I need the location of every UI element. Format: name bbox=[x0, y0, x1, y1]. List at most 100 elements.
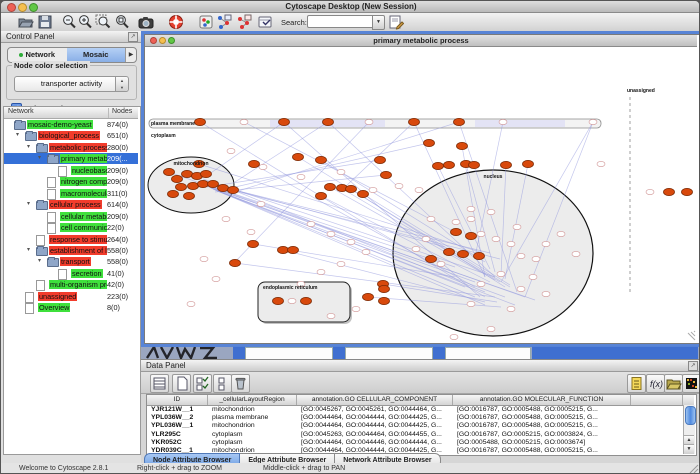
node[interactable] bbox=[457, 142, 468, 149]
node[interactable] bbox=[278, 246, 289, 253]
tree-item-label[interactable]: transport bbox=[60, 257, 91, 266]
node[interactable] bbox=[184, 192, 195, 199]
tree-item-macromolecule[interactable]: macromolecule311(0) bbox=[4, 188, 138, 199]
node[interactable] bbox=[317, 269, 325, 274]
report-icon[interactable] bbox=[627, 374, 646, 393]
node[interactable] bbox=[168, 190, 179, 197]
tree-item-label[interactable]: macromolecule bbox=[60, 189, 107, 198]
zoom-fit-icon[interactable] bbox=[114, 14, 130, 30]
new-attribute-icon[interactable] bbox=[172, 374, 191, 393]
expander-icon[interactable]: ▾ bbox=[27, 201, 30, 208]
node[interactable] bbox=[188, 182, 199, 189]
nodes-column-header[interactable]: Nodes bbox=[108, 108, 132, 118]
node[interactable] bbox=[369, 187, 377, 192]
node[interactable] bbox=[379, 285, 390, 292]
node[interactable] bbox=[469, 161, 480, 168]
node[interactable] bbox=[375, 156, 386, 163]
cell-r2-c1[interactable]: YPL036W__2 bbox=[151, 414, 206, 422]
tree-item-label[interactable]: biological_process bbox=[38, 131, 100, 140]
cell-r1-c3[interactable]: [GO:0045267, GO:0045261, GO:0044464, G..… bbox=[301, 406, 451, 414]
node[interactable] bbox=[433, 162, 444, 169]
node[interactable] bbox=[316, 156, 327, 163]
node[interactable] bbox=[327, 231, 335, 236]
expander-icon[interactable]: ▾ bbox=[27, 247, 30, 254]
dropdown-stepper-icon[interactable]: ▲▼ bbox=[115, 77, 128, 91]
node[interactable] bbox=[492, 236, 500, 241]
delete-attribute-icon[interactable] bbox=[231, 374, 250, 393]
network-view-titlebar[interactable]: primary metabolic process bbox=[145, 35, 697, 47]
node[interactable] bbox=[454, 118, 465, 125]
node[interactable] bbox=[346, 185, 357, 192]
cell-r2-c2[interactable]: plasma membrane bbox=[212, 414, 295, 422]
cell-r4-c3[interactable]: [GO:0045263, GO:0044464, GO:0044455, G..… bbox=[301, 431, 451, 439]
help-lifering-icon[interactable] bbox=[168, 14, 184, 30]
node[interactable] bbox=[458, 250, 469, 257]
node[interactable] bbox=[517, 253, 525, 258]
node[interactable] bbox=[409, 118, 420, 125]
tree-item-secretion[interactable]: secretion41(0) bbox=[4, 268, 138, 279]
node[interactable] bbox=[467, 206, 475, 211]
tree-item-response-to-stimulu[interactable]: response to stimulu264(0) bbox=[4, 234, 138, 245]
node[interactable] bbox=[307, 221, 315, 226]
node[interactable] bbox=[195, 118, 206, 125]
node[interactable] bbox=[646, 189, 654, 194]
cell-r5-c3[interactable]: [GO:0044464, GO:0044446, GO:0044444, G..… bbox=[301, 439, 451, 447]
node[interactable] bbox=[363, 293, 374, 300]
tree-item-metabolic-process[interactable]: ▾metabolic process280(0) bbox=[4, 142, 138, 153]
node[interactable] bbox=[467, 216, 475, 221]
tree-item-multi-organism-pro[interactable]: multi-organism pro42(0) bbox=[4, 279, 138, 290]
node[interactable] bbox=[208, 180, 219, 187]
node[interactable] bbox=[466, 232, 477, 239]
node[interactable] bbox=[248, 240, 259, 247]
node[interactable] bbox=[198, 180, 209, 187]
search-dropdown-icon[interactable]: ▼ bbox=[372, 15, 385, 30]
unselect-attributes-icon[interactable] bbox=[213, 374, 232, 393]
node[interactable] bbox=[477, 281, 485, 286]
network-canvas[interactable]: plasma membranecytoplasmmitochondrionnuc… bbox=[145, 47, 697, 342]
more-tabs-icon[interactable]: ▶ bbox=[125, 48, 136, 62]
filter-icon[interactable] bbox=[257, 14, 273, 30]
node-color-dropdown[interactable]: transporter activity ▲▼ bbox=[14, 76, 129, 92]
node[interactable] bbox=[517, 286, 525, 291]
zoom-selected-icon[interactable] bbox=[95, 14, 111, 30]
node[interactable] bbox=[412, 246, 420, 251]
node[interactable] bbox=[572, 251, 580, 256]
node[interactable] bbox=[477, 231, 485, 236]
node[interactable] bbox=[451, 228, 462, 235]
float-panel-icon[interactable]: ↗ bbox=[128, 32, 138, 42]
cell-r2-c3[interactable]: [GO:0044464, GO:0044444, GO:0044425, G..… bbox=[301, 414, 451, 422]
zoom-out-icon[interactable] bbox=[61, 14, 77, 30]
node[interactable] bbox=[497, 271, 505, 276]
tree-item-label[interactable]: multi-organism pro bbox=[49, 280, 107, 289]
node[interactable] bbox=[297, 174, 305, 179]
zoom-in-icon[interactable] bbox=[77, 14, 93, 30]
node[interactable] bbox=[279, 118, 290, 125]
node[interactable] bbox=[557, 231, 565, 236]
scroll-down-icon[interactable]: ▼ bbox=[684, 444, 694, 454]
node[interactable] bbox=[288, 298, 296, 303]
node[interactable] bbox=[222, 216, 230, 221]
node[interactable] bbox=[182, 170, 193, 177]
save-icon[interactable] bbox=[37, 14, 53, 30]
tree-item-label[interactable]: cell communicat bbox=[60, 223, 107, 232]
node[interactable] bbox=[288, 246, 299, 253]
node[interactable] bbox=[325, 183, 336, 190]
node[interactable] bbox=[424, 139, 435, 146]
node[interactable] bbox=[474, 252, 485, 259]
cell-r5-c2[interactable]: cytoplasm bbox=[212, 439, 295, 447]
node[interactable] bbox=[532, 256, 540, 261]
node[interactable] bbox=[230, 259, 241, 266]
column-header-blank[interactable] bbox=[631, 395, 683, 405]
tree-item-transport[interactable]: ▾transport558(0) bbox=[4, 256, 138, 267]
tree-item-cellular-process[interactable]: ▾cellular process614(0) bbox=[4, 199, 138, 210]
tree-item-unassigned[interactable]: unassigned223(0) bbox=[4, 291, 138, 302]
select-attributes-icon[interactable] bbox=[193, 374, 212, 393]
network-column-header[interactable]: Network bbox=[8, 108, 34, 115]
node[interactable] bbox=[293, 153, 304, 160]
node[interactable] bbox=[212, 276, 220, 281]
tab-mosaic[interactable]: Mosaic bbox=[67, 48, 126, 62]
node[interactable] bbox=[273, 297, 284, 304]
cell-r4-c1[interactable]: YLR295C bbox=[151, 431, 206, 439]
node[interactable] bbox=[487, 326, 495, 331]
node[interactable] bbox=[257, 201, 265, 206]
